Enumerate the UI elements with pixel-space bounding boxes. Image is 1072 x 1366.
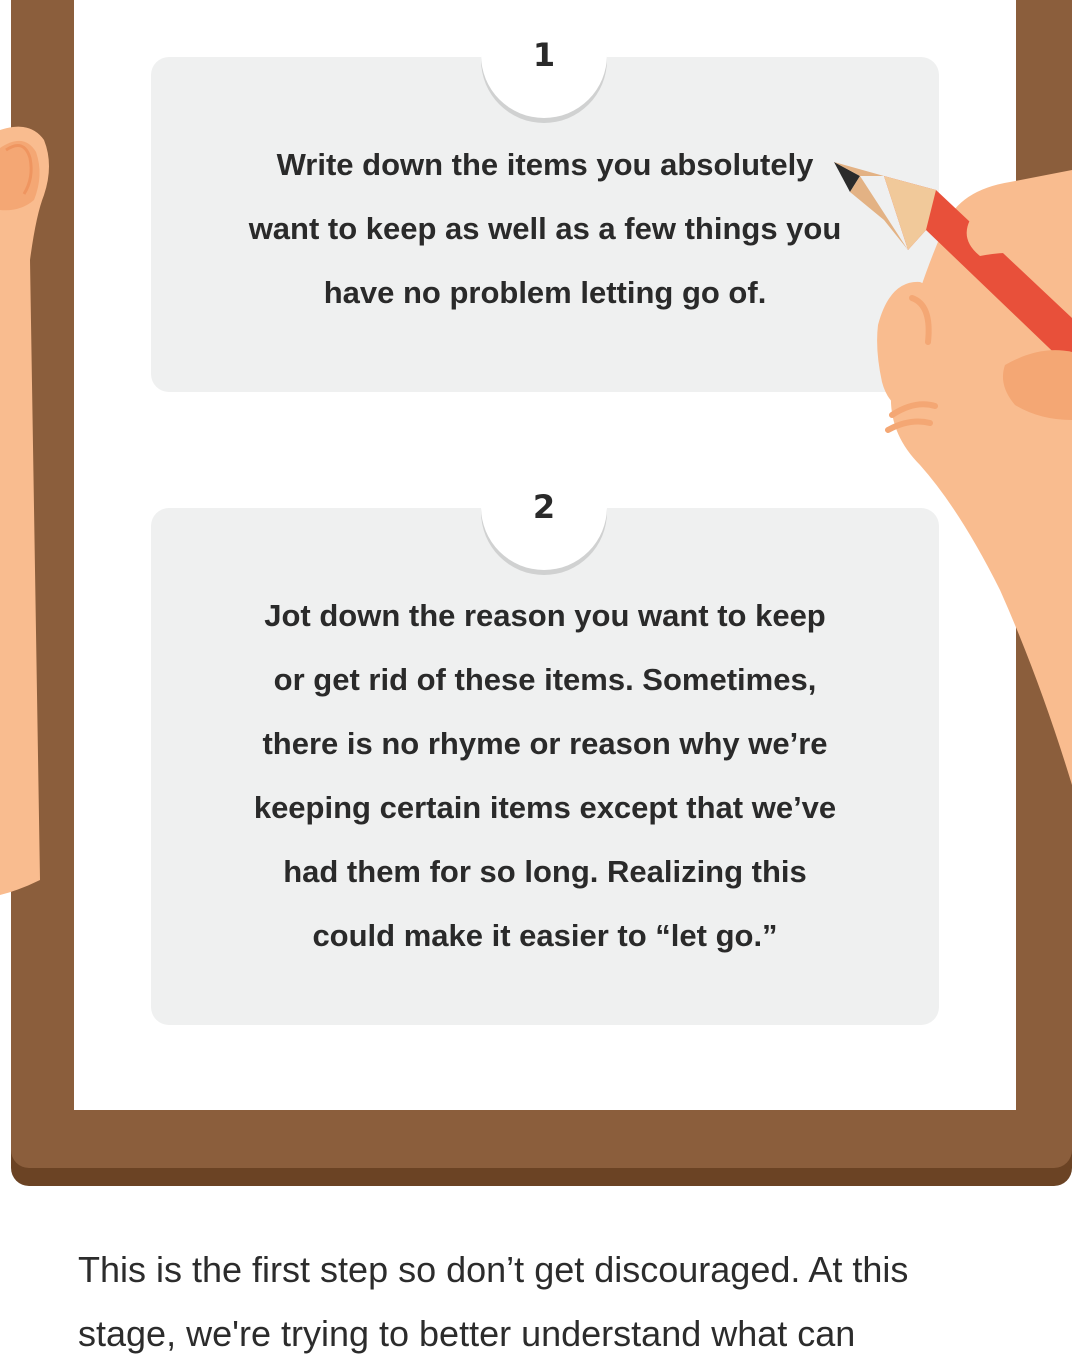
- step-text: Write down the items you absolutely want…: [248, 147, 842, 310]
- body-paragraph: This is the first step so don’t get disc…: [78, 1249, 909, 1354]
- step-text: Jot down the reason you want to keep or …: [253, 598, 837, 953]
- step-number-badge: 2: [481, 444, 607, 570]
